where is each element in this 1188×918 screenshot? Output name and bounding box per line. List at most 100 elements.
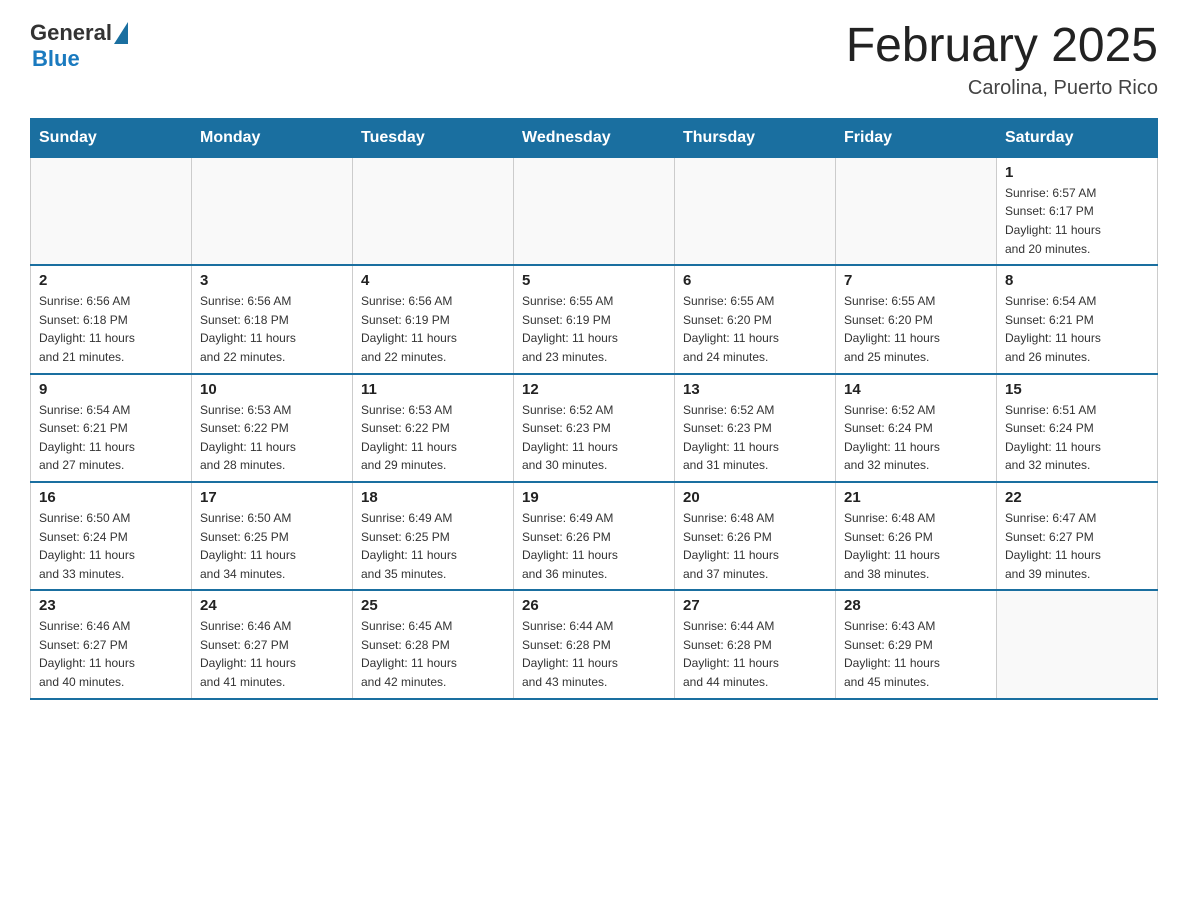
calendar-cell bbox=[514, 157, 675, 265]
day-number: 9 bbox=[39, 381, 183, 398]
day-number: 8 bbox=[1005, 272, 1149, 289]
calendar-cell: 20Sunrise: 6:48 AM Sunset: 6:26 PM Dayli… bbox=[675, 482, 836, 590]
weekday-header-wednesday: Wednesday bbox=[514, 118, 675, 157]
day-number: 25 bbox=[361, 597, 505, 614]
day-info: Sunrise: 6:48 AM Sunset: 6:26 PM Dayligh… bbox=[844, 509, 988, 583]
day-number: 19 bbox=[522, 489, 666, 506]
calendar-cell: 19Sunrise: 6:49 AM Sunset: 6:26 PM Dayli… bbox=[514, 482, 675, 590]
calendar-cell: 27 Sunrise: 6:44 AM Sunset: 6:28 PM Dayli… bbox=[675, 590, 836, 698]
day-info: Sunrise: 6:53 AM Sunset: 6:22 PM Dayligh… bbox=[361, 401, 505, 475]
page-header: General Blue February 2025 Carolina, Pue… bbox=[30, 20, 1158, 100]
logo: General Blue bbox=[30, 20, 128, 72]
calendar-cell bbox=[675, 157, 836, 265]
calendar-subtitle: Carolina, Puerto Rico bbox=[846, 77, 1158, 100]
calendar-body: 1 Sunrise: 6:57 AM Sunset: 6:17 PM Daylig… bbox=[31, 157, 1158, 698]
day-info: Sunrise: 6:46 AM Sunset: 6:27 PM Dayligh… bbox=[39, 617, 183, 691]
day-info: Sunrise: 6:43 AM Sunset: 6:29 PM Dayligh… bbox=[844, 617, 988, 691]
weekday-header-tuesday: Tuesday bbox=[353, 118, 514, 157]
day-number: 2 bbox=[39, 272, 183, 289]
day-number: 27 bbox=[683, 597, 827, 614]
calendar-cell: 5Sunrise: 6:55 AM Sunset: 6:19 PM Daylig… bbox=[514, 265, 675, 373]
calendar-cell bbox=[836, 157, 997, 265]
day-number: 17 bbox=[200, 489, 344, 506]
calendar-cell: 26 Sunrise: 6:44 AM Sunset: 6:28 PM Dayli… bbox=[514, 590, 675, 698]
day-info: Sunrise: 6:52 AM Sunset: 6:23 PM Dayligh… bbox=[522, 401, 666, 475]
weekday-header-thursday: Thursday bbox=[675, 118, 836, 157]
logo-blue-text: Blue bbox=[32, 46, 80, 72]
calendar-cell bbox=[192, 157, 353, 265]
calendar-week-row: 16 Sunrise: 6:50 AM Sunset: 6:24 PM Dayli… bbox=[31, 482, 1158, 590]
calendar-week-row: 23 Sunrise: 6:46 AM Sunset: 6:27 PM Dayli… bbox=[31, 590, 1158, 698]
weekday-header-friday: Friday bbox=[836, 118, 997, 157]
weekday-header-sunday: Sunday bbox=[31, 118, 192, 157]
calendar-table: SundayMondayTuesdayWednesdayThursdayFrid… bbox=[30, 118, 1158, 700]
day-info: Sunrise: 6:52 AM Sunset: 6:24 PM Dayligh… bbox=[844, 401, 988, 475]
day-number: 16 bbox=[39, 489, 183, 506]
day-info: Sunrise: 6:56 AM Sunset: 6:18 PM Dayligh… bbox=[200, 292, 344, 366]
day-number: 23 bbox=[39, 597, 183, 614]
calendar-cell: 17 Sunrise: 6:50 AM Sunset: 6:25 PM Dayli… bbox=[192, 482, 353, 590]
calendar-cell: 23 Sunrise: 6:46 AM Sunset: 6:27 PM Dayli… bbox=[31, 590, 192, 698]
day-number: 13 bbox=[683, 381, 827, 398]
calendar-cell bbox=[353, 157, 514, 265]
day-number: 3 bbox=[200, 272, 344, 289]
calendar-cell: 13Sunrise: 6:52 AM Sunset: 6:23 PM Dayli… bbox=[675, 374, 836, 482]
day-number: 20 bbox=[683, 489, 827, 506]
day-number: 14 bbox=[844, 381, 988, 398]
calendar-cell: 15 Sunrise: 6:51 AM Sunset: 6:24 PM Dayli… bbox=[997, 374, 1158, 482]
day-info: Sunrise: 6:44 AM Sunset: 6:28 PM Dayligh… bbox=[683, 617, 827, 691]
day-info: Sunrise: 6:55 AM Sunset: 6:19 PM Dayligh… bbox=[522, 292, 666, 366]
day-number: 26 bbox=[522, 597, 666, 614]
day-number: 1 bbox=[1005, 164, 1149, 181]
weekday-header-row: SundayMondayTuesdayWednesdayThursdayFrid… bbox=[31, 118, 1158, 157]
calendar-week-row: 1 Sunrise: 6:57 AM Sunset: 6:17 PM Daylig… bbox=[31, 157, 1158, 265]
day-number: 10 bbox=[200, 381, 344, 398]
calendar-cell bbox=[997, 590, 1158, 698]
day-info: Sunrise: 6:53 AM Sunset: 6:22 PM Dayligh… bbox=[200, 401, 344, 475]
day-info: Sunrise: 6:50 AM Sunset: 6:24 PM Dayligh… bbox=[39, 509, 183, 583]
weekday-header-monday: Monday bbox=[192, 118, 353, 157]
logo-general-text: General bbox=[30, 20, 112, 46]
calendar-cell: 4Sunrise: 6:56 AM Sunset: 6:19 PM Daylig… bbox=[353, 265, 514, 373]
calendar-cell bbox=[31, 157, 192, 265]
day-number: 28 bbox=[844, 597, 988, 614]
day-info: Sunrise: 6:54 AM Sunset: 6:21 PM Dayligh… bbox=[39, 401, 183, 475]
calendar-cell: 7 Sunrise: 6:55 AM Sunset: 6:20 PM Daylig… bbox=[836, 265, 997, 373]
calendar-week-row: 2 Sunrise: 6:56 AM Sunset: 6:18 PM Daylig… bbox=[31, 265, 1158, 373]
calendar-cell: 14 Sunrise: 6:52 AM Sunset: 6:24 PM Dayli… bbox=[836, 374, 997, 482]
day-number: 22 bbox=[1005, 489, 1149, 506]
title-block: February 2025 Carolina, Puerto Rico bbox=[846, 20, 1158, 100]
calendar-cell: 22 Sunrise: 6:47 AM Sunset: 6:27 PM Dayli… bbox=[997, 482, 1158, 590]
day-info: Sunrise: 6:51 AM Sunset: 6:24 PM Dayligh… bbox=[1005, 401, 1149, 475]
day-info: Sunrise: 6:55 AM Sunset: 6:20 PM Dayligh… bbox=[844, 292, 988, 366]
day-number: 7 bbox=[844, 272, 988, 289]
day-info: Sunrise: 6:50 AM Sunset: 6:25 PM Dayligh… bbox=[200, 509, 344, 583]
day-info: Sunrise: 6:56 AM Sunset: 6:19 PM Dayligh… bbox=[361, 292, 505, 366]
calendar-cell: 16 Sunrise: 6:50 AM Sunset: 6:24 PM Dayli… bbox=[31, 482, 192, 590]
calendar-cell: 2Sunrise: 6:56 AM Sunset: 6:18 PM Daylig… bbox=[31, 265, 192, 373]
day-info: Sunrise: 6:49 AM Sunset: 6:25 PM Dayligh… bbox=[361, 509, 505, 583]
calendar-cell: 11 Sunrise: 6:53 AM Sunset: 6:22 PM Dayli… bbox=[353, 374, 514, 482]
calendar-cell: 6Sunrise: 6:55 AM Sunset: 6:20 PM Daylig… bbox=[675, 265, 836, 373]
day-number: 24 bbox=[200, 597, 344, 614]
calendar-cell: 1 Sunrise: 6:57 AM Sunset: 6:17 PM Daylig… bbox=[997, 157, 1158, 265]
day-number: 11 bbox=[361, 381, 505, 398]
day-info: Sunrise: 6:54 AM Sunset: 6:21 PM Dayligh… bbox=[1005, 292, 1149, 366]
day-info: Sunrise: 6:46 AM Sunset: 6:27 PM Dayligh… bbox=[200, 617, 344, 691]
calendar-header: SundayMondayTuesdayWednesdayThursdayFrid… bbox=[31, 118, 1158, 157]
logo-triangle-icon bbox=[114, 22, 128, 44]
day-number: 15 bbox=[1005, 381, 1149, 398]
calendar-cell: 12Sunrise: 6:52 AM Sunset: 6:23 PM Dayli… bbox=[514, 374, 675, 482]
day-info: Sunrise: 6:57 AM Sunset: 6:17 PM Dayligh… bbox=[1005, 184, 1149, 258]
day-info: Sunrise: 6:55 AM Sunset: 6:20 PM Dayligh… bbox=[683, 292, 827, 366]
day-info: Sunrise: 6:44 AM Sunset: 6:28 PM Dayligh… bbox=[522, 617, 666, 691]
weekday-header-saturday: Saturday bbox=[997, 118, 1158, 157]
calendar-cell: 8 Sunrise: 6:54 AM Sunset: 6:21 PM Daylig… bbox=[997, 265, 1158, 373]
calendar-cell: 24 Sunrise: 6:46 AM Sunset: 6:27 PM Dayli… bbox=[192, 590, 353, 698]
calendar-cell: 9 Sunrise: 6:54 AM Sunset: 6:21 PM Daylig… bbox=[31, 374, 192, 482]
day-info: Sunrise: 6:47 AM Sunset: 6:27 PM Dayligh… bbox=[1005, 509, 1149, 583]
calendar-cell: 10 Sunrise: 6:53 AM Sunset: 6:22 PM Dayli… bbox=[192, 374, 353, 482]
calendar-title: February 2025 bbox=[846, 20, 1158, 73]
day-number: 18 bbox=[361, 489, 505, 506]
calendar-cell: 18 Sunrise: 6:49 AM Sunset: 6:25 PM Dayli… bbox=[353, 482, 514, 590]
